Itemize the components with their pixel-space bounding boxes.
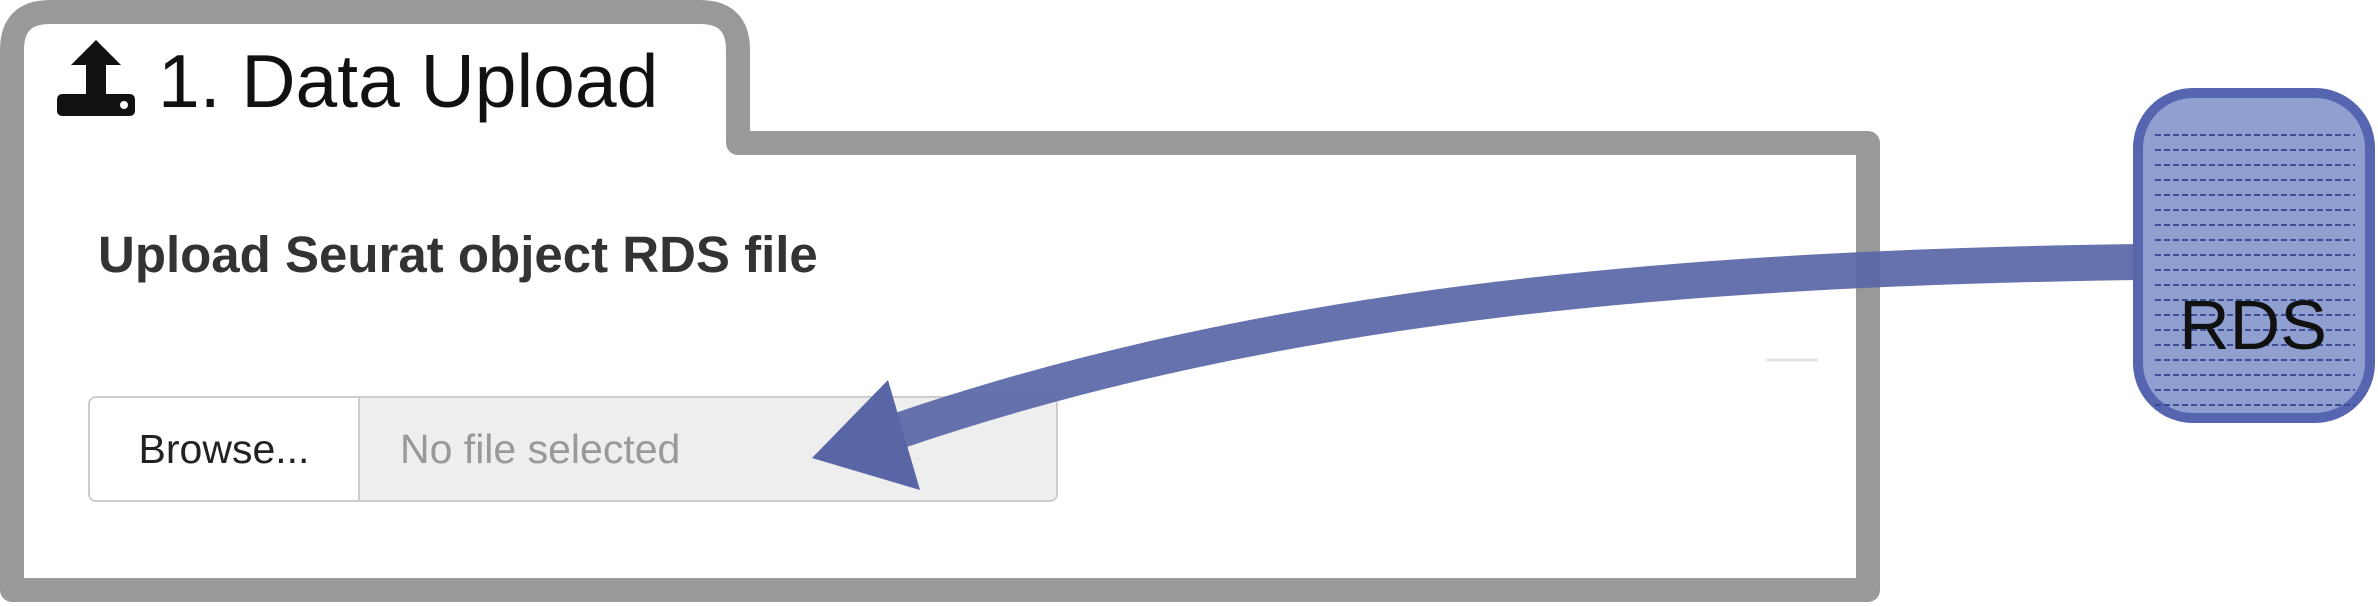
annotated-screenshot: 1. Data Upload Upload Seurat object RDS … [0, 0, 2378, 607]
upload-icon [55, 38, 137, 120]
browse-button[interactable]: Browse... [90, 398, 360, 500]
field-label: Upload Seurat object RDS file [98, 226, 818, 283]
document-label: RDS [2179, 286, 2327, 364]
tab-title[interactable]: 1. Data Upload [158, 36, 658, 126]
file-name-display[interactable]: No file selected [360, 398, 1056, 500]
file-upload-input[interactable]: Browse... No file selected [88, 396, 1058, 502]
